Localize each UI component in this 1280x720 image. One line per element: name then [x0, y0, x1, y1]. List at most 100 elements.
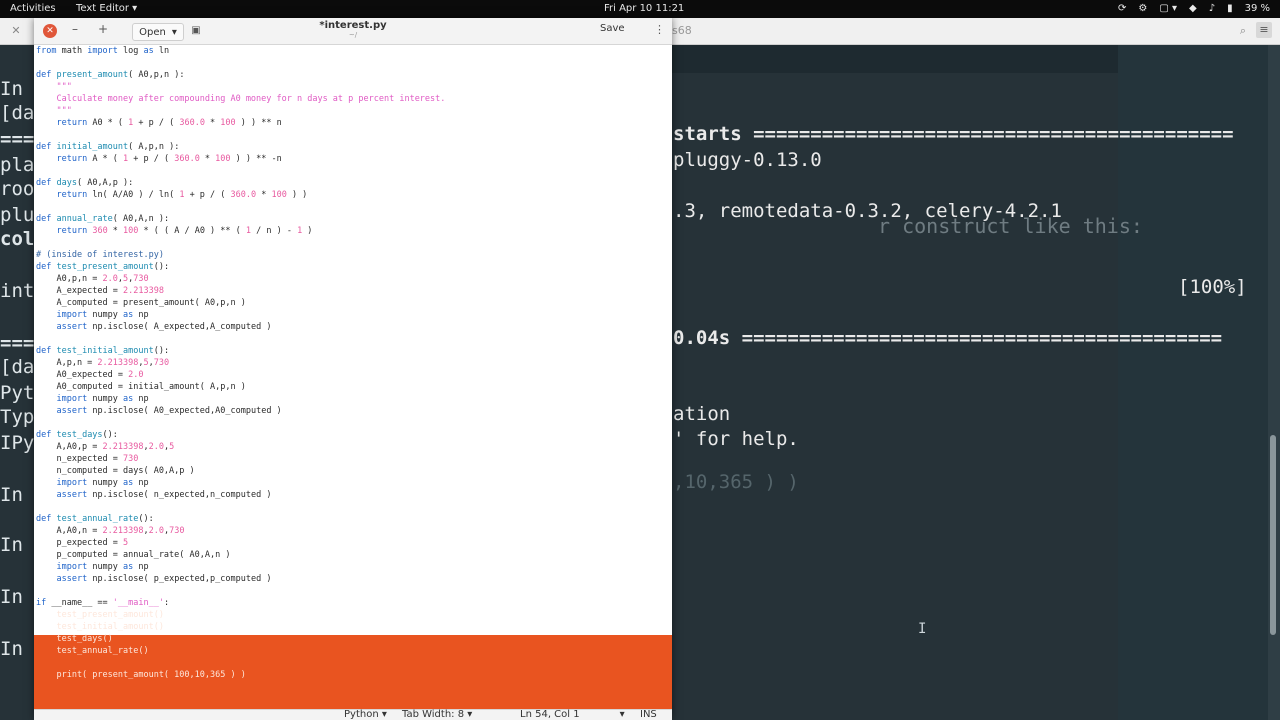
- code-editor-area[interactable]: from math import log as ln def present_am…: [34, 45, 672, 709]
- hamburger-menu-icon[interactable]: ≡: [1256, 22, 1272, 38]
- terminal-fragment: [da: [0, 356, 35, 378]
- code-line: assert np.isclose( p_expected,p_computed…: [56, 574, 272, 584]
- terminal-line: pluggy-0.13.0: [673, 149, 822, 171]
- code-line: p_expected = 5: [36, 538, 129, 548]
- terminal-fragment: ===: [0, 332, 35, 354]
- close-icon[interactable]: ✕: [10, 25, 22, 37]
- top-bar: Activities Text Editor ▾ Fri Apr 10 11:2…: [0, 0, 1280, 18]
- terminal-fragment: Pyt: [0, 382, 35, 404]
- code-line: A0_expected = 2.0: [36, 370, 144, 380]
- activities-button[interactable]: Activities: [10, 3, 56, 14]
- mouse-ibeam-cursor: I: [918, 621, 927, 637]
- code-line: n_computed = days( A0,A,p ): [36, 466, 195, 476]
- code-line: test_days(): [36, 634, 113, 644]
- code-line: assert np.isclose( n_expected,n_computed…: [56, 490, 272, 500]
- code-line: A,p,n = 2.213398,5,730: [36, 358, 170, 368]
- language-selector[interactable]: Python ▾: [344, 709, 387, 720]
- cursor-position-text: Ln 54, Col 1: [520, 709, 580, 720]
- terminal-fragment: In: [0, 586, 23, 608]
- code-line: test_present_amount(): [36, 610, 164, 620]
- terminal-line: 0.04s ==================================…: [673, 327, 1223, 349]
- save-button[interactable]: Save: [600, 23, 625, 34]
- document-path: ~/: [348, 31, 358, 39]
- clock[interactable]: Fri Apr 10 11:21: [604, 3, 684, 14]
- code-line: print( present_amount( 100,10,365 ) ): [36, 670, 246, 680]
- terminal-line: starts =================================…: [673, 123, 1234, 145]
- terminal-fragment: In: [0, 638, 23, 660]
- code-line: def test_annual_rate():: [36, 514, 154, 524]
- code-line: A_computed = present_amount( A0,p,n ): [36, 298, 246, 308]
- code-line: assert np.isclose( A_expected,A_computed…: [56, 322, 272, 332]
- code-line: Calculate money after compounding A0 mon…: [36, 94, 446, 104]
- code-line: A,A0,n = 2.213398,2.0,730: [36, 526, 185, 536]
- kebab-menu-icon[interactable]: ⋮: [654, 23, 665, 36]
- code-line: A_expected = 2.213398: [36, 286, 164, 296]
- terminal-fragment: pla: [0, 154, 35, 176]
- terminal-fragment: [da: [0, 102, 35, 124]
- terminal-fragment: In: [0, 78, 23, 100]
- code-line: if __name__ == '__main__':: [36, 598, 170, 608]
- wifi-icon: ◆: [1188, 3, 1197, 14]
- code-line: def days( A0,A,p ):: [36, 178, 134, 188]
- chevron-down-icon: ▾: [619, 709, 625, 720]
- code-line: def initial_amount( A,p,n ):: [36, 142, 180, 152]
- update-icon[interactable]: ⟳: [1118, 3, 1126, 14]
- battery-percent: 39 %: [1244, 3, 1270, 14]
- code-line: return A * ( 1 + p / ( 360.0 * 100 ) ) *…: [56, 154, 282, 164]
- terminal-line: ' for help.: [673, 428, 799, 450]
- text-editor-window[interactable]: ✕ – + Open ▾ ▣ *interest.py ~/ Save ⋮ fr…: [34, 18, 672, 720]
- volume-icon: ♪: [1208, 3, 1216, 14]
- editor-header-bar: ✕ – + Open ▾ ▣ *interest.py ~/ Save ⋮: [34, 18, 672, 45]
- code-line: test_initial_amount(): [36, 622, 164, 632]
- terminal-ghost-text: r construct like this:: [878, 214, 1143, 238]
- code-line: assert np.isclose( A0_expected,A0_comput…: [56, 406, 282, 416]
- code-line: return A0 * ( 1 + p / ( 360.0 * 100 ) ) …: [56, 118, 282, 128]
- terminal-line: ,10,365 ) ): [673, 471, 799, 493]
- app-menu[interactable]: Text Editor ▾: [76, 3, 137, 14]
- window-icon[interactable]: ▢ ▾: [1159, 3, 1177, 14]
- document-title: *interest.py: [319, 20, 387, 31]
- terminal-fragment: int: [0, 280, 35, 302]
- terminal-line: [100%]: [1178, 276, 1247, 298]
- terminal-line: ation: [673, 403, 731, 425]
- code-line: return 360 * 100 * ( ( A / A0 ) ** ( 1 /…: [56, 226, 313, 236]
- insert-mode-indicator[interactable]: INS: [640, 709, 657, 720]
- terminal-fragment: col: [0, 228, 35, 250]
- tab-width-selector[interactable]: Tab Width: 8 ▾: [402, 709, 472, 720]
- code-line: def test_present_amount():: [36, 262, 170, 272]
- search-icon[interactable]: ⌕: [1240, 24, 1246, 38]
- cursor-position[interactable]: Ln 54, Col 1 ▾: [520, 709, 625, 720]
- terminal-fragment: roo: [0, 178, 35, 200]
- battery-icon: ▮: [1227, 3, 1233, 14]
- code-lines[interactable]: from math import log as ln def present_am…: [36, 45, 445, 681]
- code-line: """: [36, 106, 72, 116]
- terminal-fragment: In: [0, 484, 23, 506]
- system-status-area[interactable]: ⟳ ⚙ ▢ ▾ ◆ ♪ ▮ 39 %: [1118, 3, 1270, 14]
- terminal-scrollbar[interactable]: [1268, 45, 1280, 720]
- code-line: A0_computed = initial_amount( A,p,n ): [36, 382, 246, 392]
- terminal-fragment: In: [0, 534, 23, 556]
- code-line: n_expected = 730: [36, 454, 139, 464]
- code-line: A0,p,n = 2.0,5,730: [36, 274, 149, 284]
- editor-status-bar: Python ▾ Tab Width: 8 ▾ Ln 54, Col 1 ▾ IN…: [34, 709, 672, 720]
- code-line: """: [36, 82, 72, 92]
- code-line: from math import log as ln: [36, 46, 170, 56]
- code-line: import numpy as np: [56, 478, 149, 488]
- scrollbar-thumb[interactable]: [1270, 435, 1276, 635]
- code-line: A,A0,p = 2.213398,2.0,5: [36, 442, 175, 452]
- tool-icon[interactable]: ⚙: [1138, 3, 1147, 14]
- code-line: def present_amount( A0,p,n ):: [36, 70, 185, 80]
- terminal-side-pane: [1118, 45, 1268, 720]
- terminal-title: s68: [672, 24, 692, 37]
- code-line: # (inside of interest.py): [36, 250, 164, 260]
- terminal-fragment: IPy: [0, 432, 35, 454]
- terminal-fragment: plu: [0, 204, 35, 226]
